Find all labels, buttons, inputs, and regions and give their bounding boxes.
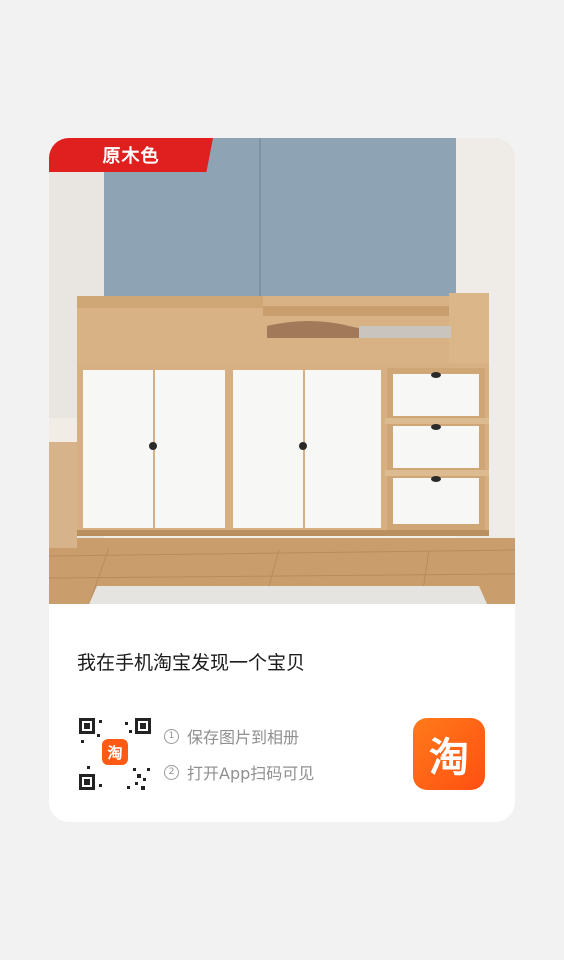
share-title: 我在手机淘宝发现一个宝贝: [77, 652, 306, 674]
qr-center-logo: 淘: [102, 739, 128, 765]
step-number: 2: [164, 764, 179, 780]
step-label: 打开App扫码可见: [187, 764, 315, 783]
instructions: 1 保存图片到相册 2 打开App扫码可见: [164, 723, 314, 785]
product-image: 原木色: [49, 138, 515, 604]
taobao-app-icon[interactable]: 淘: [413, 718, 485, 790]
step-open-app: 2 打开App扫码可见: [164, 759, 314, 785]
share-card: 原木色 我在手机淘宝发现一个宝贝 淘 1 保存图片到相册 2 打开App扫码可见…: [49, 138, 515, 822]
color-badge: 原木色: [49, 138, 213, 172]
step-save-image: 1 保存图片到相册: [164, 723, 314, 749]
step-label: 保存图片到相册: [187, 728, 300, 747]
qr-code[interactable]: 淘: [77, 716, 153, 792]
step-number: 1: [164, 728, 179, 744]
